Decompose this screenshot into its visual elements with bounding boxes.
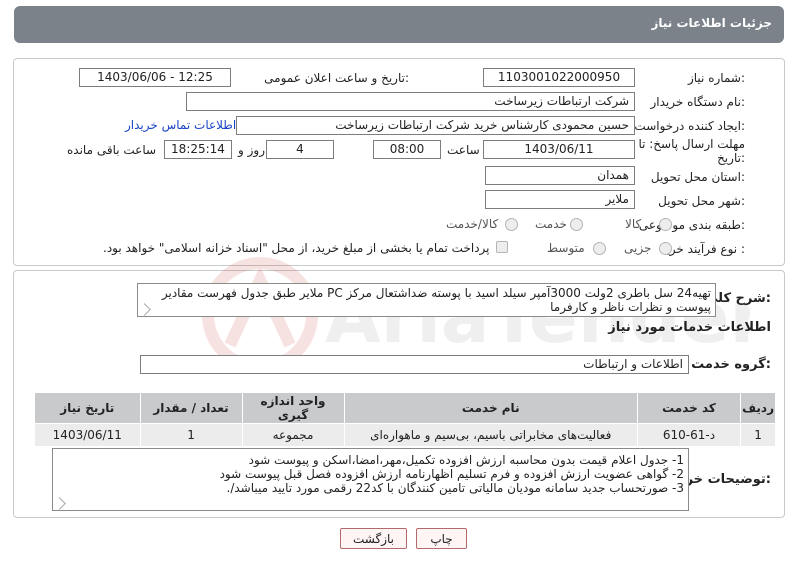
print-button[interactable]: چاپ [416,528,467,549]
process-option-minor: جزیی [624,241,652,255]
table-header-row: ردیف کد خدمت نام خدمت واحد اندازه گیری ت… [34,392,776,424]
note-line-3: 3- صورتحساب جدید سامانه مودیان مالیاتی ت… [226,481,685,495]
need-number-label: شماره نیاز: [687,71,745,85]
col-header-quantity: تعداد / مقدار [139,392,243,424]
service-group-label: گروه خدمت: [691,357,771,372]
col-header-unit: واحد اندازه گیری [241,392,345,424]
deadline-label: مهلت ارسال پاسخ: تا [638,137,745,151]
buyer-notes-textarea[interactable]: 1- جدول اعلام قیمت بدون محاسبه ارزش افزو… [52,448,689,511]
province-label: استان محل تحویل: [650,170,745,184]
cell-quantity: 1 [139,423,243,447]
announce-datetime-field[interactable]: 1403/06/06 - 12:25 [79,68,231,87]
city-field[interactable]: ملایر [485,190,635,209]
category-option-goods-service: کالا/خدمت [446,217,499,231]
process-radio-medium[interactable] [593,242,606,255]
cell-service-name: فعالیت‌های مخابراتی باسیم، بی‌سیم و ماهو… [343,423,638,447]
days-field[interactable]: 4 [266,140,334,159]
category-option-service: خدمت [535,217,567,231]
category-radio-service[interactable] [570,218,583,231]
cell-service-code: د-61-610 [636,423,742,447]
category-radio-goods[interactable] [659,218,672,231]
description-textarea[interactable]: تهیه24 سل باطری 2ولت 3000آمپر سیلد اسید … [137,283,716,317]
category-radio-goods-service[interactable] [505,218,518,231]
province-field[interactable]: همدان [485,166,635,185]
buyer-contact-link[interactable]: اطلاعات تماس خریدار [125,118,236,132]
col-header-need-date: تاریخ نیاز [34,392,141,424]
cell-row-number: 1 [740,423,776,447]
col-header-service-code: کد خدمت [636,392,742,424]
process-radio-minor[interactable] [659,242,672,255]
need-number-field[interactable]: 1103001022000950 [483,68,635,87]
services-table: ردیف کد خدمت نام خدمت واحد اندازه گیری ت… [34,392,776,447]
requester-field[interactable]: حسین محمودی کارشناس خرید شرکت ارتباطات ز… [236,116,635,135]
deadline-time-field[interactable]: 08:00 [373,140,441,159]
note-line-1: 1- جدول اعلام قیمت بدون محاسبه ارزش افزو… [248,453,684,467]
col-header-service-name: نام خدمت [343,392,638,424]
payment-checkbox[interactable] [496,241,508,253]
announce-datetime-label: تاریخ و ساعت اعلان عمومی: [264,71,409,85]
city-label: شهر محل تحویل: [658,194,745,208]
page-title: جزئیات اطلاعات نیاز [651,16,772,30]
services-info-heading: اطلاعات خدمات مورد نیاز [608,320,771,335]
deadline-label-2: تاریخ: [717,151,745,165]
need-details-panel [13,58,785,266]
note-line-2: 2- گواهی عضویت ارزش افزوده و فرم تسلیم ا… [219,467,684,481]
table-row: 1 د-61-610 فعالیت‌های مخابراتی باسیم، بی… [34,423,776,447]
payment-note: پرداخت تمام یا بخشی از مبلغ خرید، از محل… [103,241,490,255]
process-type-label: نوع فرآیند خرید : [660,242,745,256]
deadline-date-field[interactable]: 1403/06/11 [483,140,635,159]
category-option-goods: کالا [625,217,642,231]
days-label: روز و [238,143,265,157]
back-button[interactable]: بازگشت [340,528,407,549]
remaining-time-field[interactable]: 18:25:14 [164,140,232,159]
col-header-row-number: ردیف [740,392,776,424]
category-label: طبقه بندی موضوعی: [638,218,745,232]
cell-need-date: 1403/06/11 [34,423,141,447]
deadline-time-label: ساعت [447,143,480,157]
buyer-org-label: نام دستگاه خریدار: [650,95,746,109]
requester-label: ایجاد کننده درخواست: [634,119,745,133]
process-option-medium: متوسط [547,241,585,255]
service-group-field[interactable]: اطلاعات و ارتباطات [140,355,689,374]
cell-unit: مجموعه [241,423,345,447]
page-header: جزئیات اطلاعات نیاز [14,6,784,43]
buyer-org-field[interactable]: شرکت ارتباطات زیرساخت [186,92,635,111]
remaining-label: ساعت باقی مانده [67,143,157,157]
